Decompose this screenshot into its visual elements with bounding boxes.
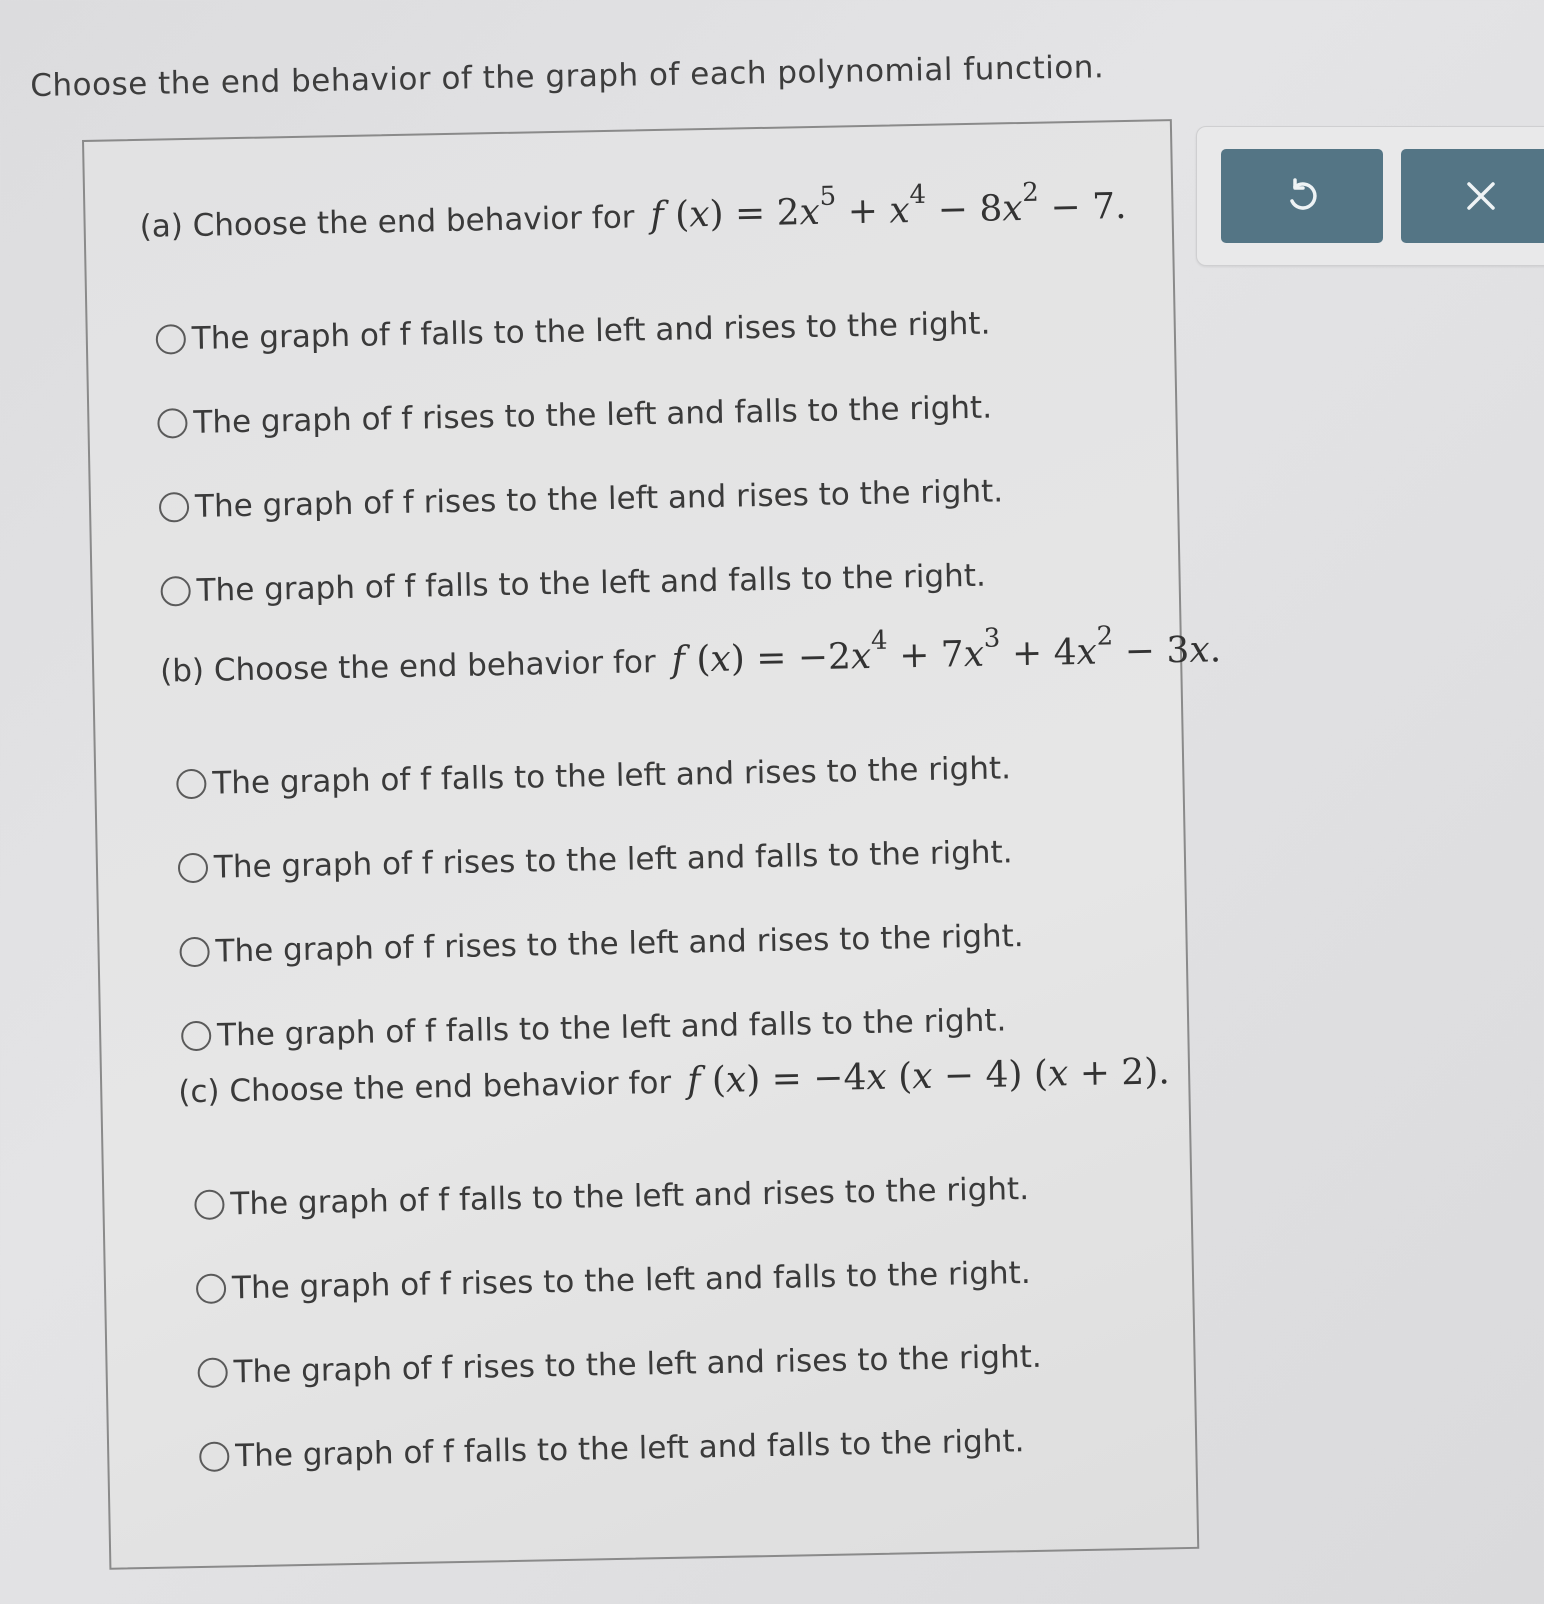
part-a-option-4[interactable]: The graph of f falls to the left and fal…: [160, 531, 1134, 634]
part-b-label: (b) Choose the end behavior for: [159, 644, 657, 690]
option-label: The graph of f falls to the left and ris…: [212, 750, 1012, 802]
clear-button[interactable]: [1401, 149, 1544, 243]
radio-button[interactable]: [160, 575, 191, 607]
option-label: The graph of f falls to the left and ris…: [191, 305, 991, 357]
part-a: (a) Choose the end behavior for f (x) = …: [139, 177, 1134, 634]
option-label: The graph of f falls to the left and fal…: [216, 1002, 1007, 1054]
part-c-options: The graph of f falls to the left and ris…: [180, 1144, 1178, 1499]
part-b-function: f (x) = −2x4 + 7x3 + 4x2 − 3x.: [671, 621, 1222, 681]
radio-button[interactable]: [176, 768, 207, 800]
undo-icon: [1283, 177, 1321, 215]
part-c-label: (c) Choose the end behavior for: [177, 1064, 672, 1111]
answer-toolbar: [1196, 126, 1544, 266]
radio-button[interactable]: [157, 408, 188, 439]
part-a-function: f (x) = 2x5 + x4 − 8x2 − 7.: [650, 177, 1127, 237]
option-label: The graph of f rises to the left and fal…: [193, 389, 993, 441]
radio-button[interactable]: [199, 1441, 230, 1472]
radio-button[interactable]: [179, 936, 210, 968]
radio-button[interactable]: [195, 1273, 227, 1305]
option-label: The graph of f falls to the left and fal…: [196, 557, 987, 609]
part-c: (c) Choose the end behavior for f (x) = …: [178, 1051, 1178, 1499]
option-label: The graph of f rises to the left and fal…: [213, 834, 1013, 886]
part-c-option-4[interactable]: The graph of f falls to the left and fal…: [198, 1396, 1177, 1499]
radio-button[interactable]: [194, 1189, 225, 1221]
close-icon: [1464, 179, 1498, 213]
part-b-prompt: (b) Choose the end behavior for f (x) = …: [159, 621, 1222, 690]
part-b-options: The graph of f falls to the left and ris…: [162, 722, 1229, 1078]
option-label: The graph of f falls to the left and ris…: [230, 1171, 1030, 1223]
part-a-options: The graph of f falls to the left and ris…: [141, 279, 1134, 634]
option-label: The graph of f rises to the left and fal…: [231, 1255, 1031, 1307]
option-label: The graph of f rises to the left and ris…: [233, 1338, 1043, 1391]
part-b: (b) Choose the end behavior for f (x) = …: [159, 621, 1229, 1078]
instruction-text: Choose the end behavior of the graph of …: [30, 49, 1105, 104]
part-c-function: f (x) = −4x (x − 4) (x + 2).: [686, 1051, 1171, 1102]
radio-button[interactable]: [155, 324, 187, 355]
radio-button[interactable]: [158, 492, 190, 523]
part-a-label: (a) Choose the end behavior for: [139, 199, 635, 245]
radio-button[interactable]: [197, 1357, 228, 1389]
option-label: The graph of f rises to the left and ris…: [194, 473, 1004, 525]
radio-button[interactable]: [177, 852, 209, 884]
question-panel: (a) Choose the end behavior for f (x) = …: [82, 119, 1221, 1570]
undo-button[interactable]: [1221, 149, 1383, 243]
option-label: The graph of f rises to the left and ris…: [215, 918, 1024, 970]
part-a-prompt: (a) Choose the end behavior for f (x) = …: [139, 177, 1127, 246]
radio-button[interactable]: [180, 1020, 212, 1052]
option-label: The graph of f falls to the left and fal…: [234, 1423, 1025, 1475]
